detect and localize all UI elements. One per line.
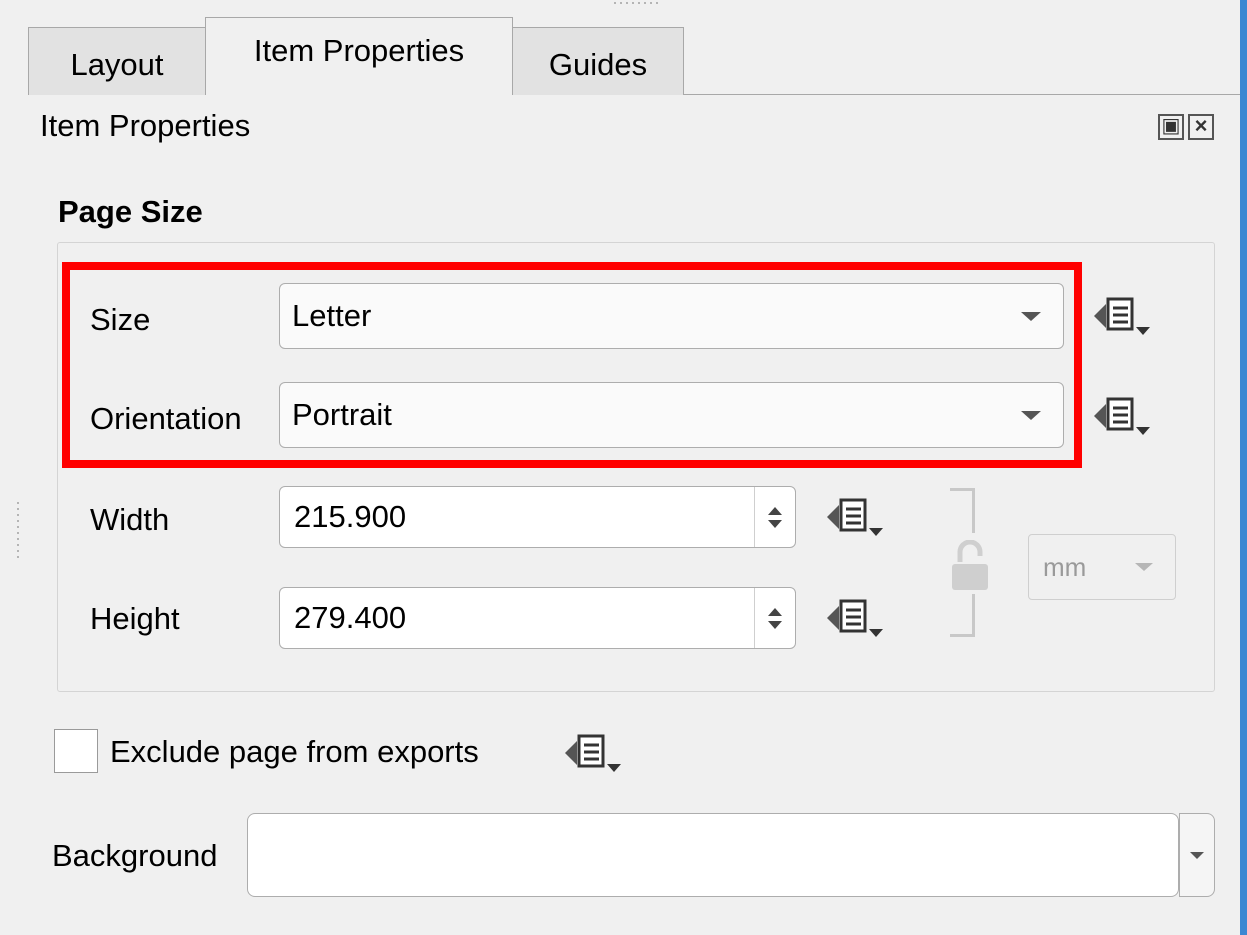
- tab-guides-label: Guides: [548, 46, 648, 82]
- left-drag-grip[interactable]: [14, 500, 22, 560]
- tab-layout[interactable]: Layout: [28, 27, 206, 95]
- width-label: Width: [90, 502, 170, 537]
- tab-item-properties-label: Item Properties: [253, 32, 465, 68]
- height-value: 279.400: [294, 600, 407, 635]
- height-spinbox[interactable]: 279.400: [279, 587, 796, 649]
- data-defined-override-icon[interactable]: [1092, 391, 1152, 441]
- spin-down-icon[interactable]: [768, 519, 782, 528]
- close-icon[interactable]: ×: [1188, 114, 1214, 140]
- height-label: Height: [90, 601, 180, 636]
- units-value: mm: [1043, 551, 1087, 582]
- panel-title: Item Properties: [40, 108, 251, 143]
- exclude-label: Exclude page from exports: [110, 734, 479, 769]
- units-combobox[interactable]: mm: [1028, 534, 1176, 600]
- height-spin-buttons[interactable]: [754, 588, 795, 648]
- width-spinbox[interactable]: 215.900: [279, 486, 796, 548]
- window-edge: [1240, 0, 1247, 935]
- chevron-down-icon: [1190, 852, 1204, 859]
- tab-layout-label: Layout: [70, 46, 164, 82]
- top-drag-grip[interactable]: [612, 0, 662, 6]
- exclude-checkbox[interactable]: [54, 729, 98, 773]
- lock-icon[interactable]: [950, 540, 990, 592]
- width-value: 215.900: [294, 499, 407, 534]
- tab-item-properties[interactable]: Item Properties: [205, 17, 513, 95]
- background-label: Background: [52, 838, 218, 873]
- page-size-section-title: Page Size: [58, 194, 203, 229]
- data-defined-override-icon[interactable]: [825, 593, 885, 643]
- tab-guides[interactable]: Guides: [512, 27, 684, 95]
- data-defined-override-icon[interactable]: [825, 492, 885, 542]
- lock-bracket-bottom: [950, 594, 975, 637]
- width-spin-buttons[interactable]: [754, 487, 795, 547]
- background-dropdown-button[interactable]: [1179, 813, 1215, 897]
- spin-up-icon[interactable]: [768, 607, 782, 616]
- spin-up-icon[interactable]: [768, 506, 782, 515]
- lock-bracket-top: [950, 488, 975, 533]
- highlight-box: [62, 262, 1082, 468]
- data-defined-override-icon[interactable]: [1092, 291, 1152, 341]
- background-symbol-button[interactable]: [247, 813, 1179, 897]
- chevron-down-icon: [1135, 563, 1153, 571]
- float-icon[interactable]: ▣: [1158, 114, 1184, 140]
- data-defined-override-icon[interactable]: [563, 728, 623, 778]
- spin-down-icon[interactable]: [768, 620, 782, 629]
